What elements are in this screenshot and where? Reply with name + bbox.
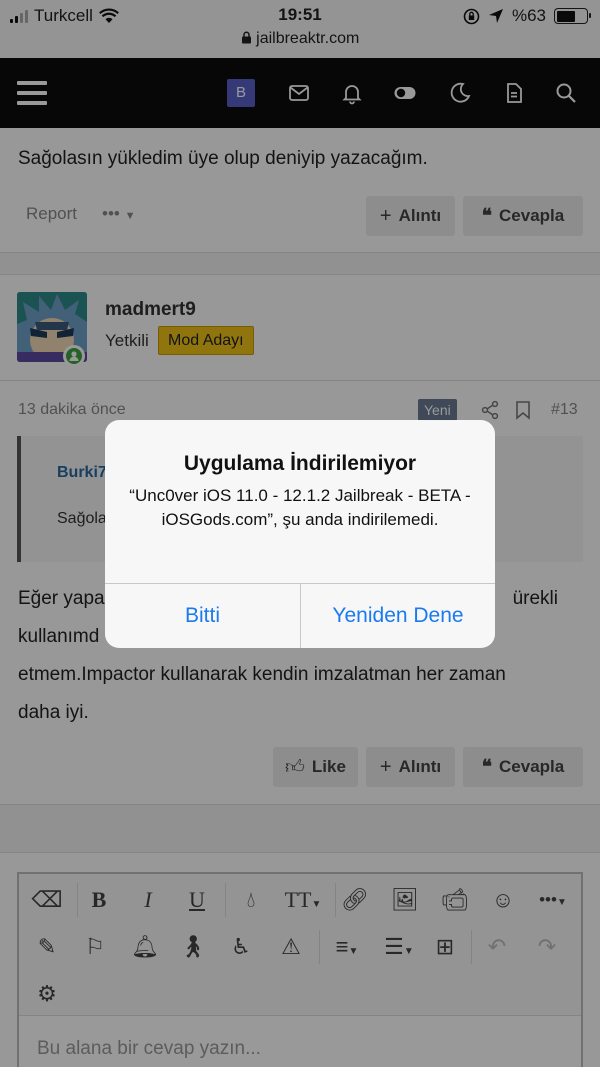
alert-message: “Unc0ver iOS 11.0 - 12.1.2 Jailbreak - B… bbox=[129, 486, 471, 529]
alert-title: Uygulama İndirilemiyor bbox=[183, 452, 417, 475]
done-button[interactable]: Bitti bbox=[105, 584, 300, 648]
retry-button[interactable]: Yeniden Dene bbox=[301, 584, 495, 648]
alert-dialog: Uygulama İndirilemiyor “Unc0ver iOS 11.0… bbox=[105, 420, 495, 648]
